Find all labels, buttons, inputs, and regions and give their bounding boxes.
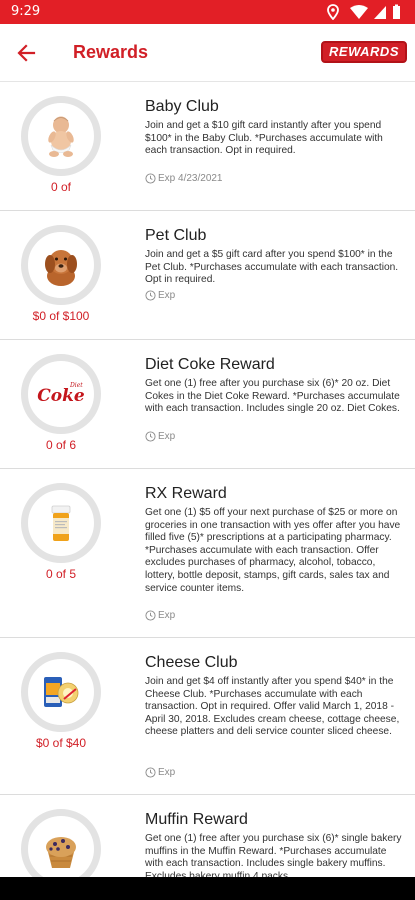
reward-expiration: Exp	[145, 610, 175, 621]
back-arrow-icon	[17, 44, 36, 62]
reward-progress: 0 of	[50, 180, 71, 194]
reward-expiration: Exp	[145, 767, 175, 778]
reward-title: Pet Club	[145, 227, 207, 244]
clock-icon	[145, 767, 156, 778]
reward-image-frame	[21, 225, 101, 305]
expiration-text: Exp	[158, 290, 176, 301]
reward-title: Muffin Reward	[145, 811, 248, 828]
reward-card-baby-club[interactable]: 0 of Baby Club Join and get a $10 gift c…	[0, 82, 415, 211]
reward-card-pet-club[interactable]: $0 of $100 Pet Club Join and get a $5 gi…	[0, 211, 415, 340]
system-nav-bar	[0, 877, 415, 900]
reward-expiration: Exp	[145, 431, 175, 442]
muffin-icon	[46, 837, 76, 868]
reward-title: Cheese Club	[145, 654, 238, 671]
reward-description: Get one (1) $5 off your next purchase of…	[145, 507, 401, 594]
status-bar: 9:29	[0, 0, 415, 24]
reward-progress: $0 of $100	[32, 309, 90, 323]
reward-title: RX Reward	[145, 485, 227, 502]
diet-coke-logo-big: Coke	[37, 386, 85, 406]
reward-image-frame	[21, 96, 101, 176]
app-header: Rewards REWARDS	[0, 24, 415, 82]
reward-title: Baby Club	[145, 98, 219, 115]
reward-image-frame	[21, 483, 101, 563]
reward-description: Join and get a $10 gift card instantly a…	[145, 120, 383, 157]
reward-expiration: Exp 4/23/2021	[145, 173, 223, 184]
reward-description: Join and get a $5 gift card after you sp…	[145, 249, 399, 286]
rewards-list: 0 of Baby Club Join and get a $10 gift c…	[0, 82, 415, 900]
reward-description: Get one (1) free after you purchase six …	[145, 378, 400, 415]
status-time: 9:29	[11, 4, 41, 19]
cheese-icon	[44, 677, 79, 707]
rewards-logo: REWARDS	[321, 41, 407, 63]
clock-icon	[145, 431, 156, 442]
diet-coke-logo: Diet Coke	[37, 382, 85, 406]
baby-icon	[48, 116, 74, 157]
location-icon	[327, 4, 339, 20]
status-icons	[325, 4, 405, 20]
reward-card-diet-coke[interactable]: Diet Coke 0 of 6 Diet Coke Reward Get on…	[0, 340, 415, 469]
clock-icon	[145, 290, 156, 301]
reward-card-rx[interactable]: 0 of 5 RX Reward Get one (1) $5 off your…	[0, 469, 415, 638]
reward-image-frame	[21, 652, 101, 732]
expiration-text: Exp	[158, 431, 176, 442]
reward-progress: 0 of 5	[45, 567, 77, 581]
reward-progress: $0 of $40	[35, 736, 87, 750]
clock-icon	[145, 610, 156, 621]
back-button[interactable]	[12, 38, 42, 68]
reward-card-cheese-club[interactable]: $0 of $40 Cheese Club Join and get $4 of…	[0, 638, 415, 795]
reward-progress: 0 of 6	[45, 438, 77, 452]
reward-description: Get one (1) free after you purchase six …	[145, 833, 402, 882]
clock-icon	[145, 173, 156, 184]
pill-bottle-icon	[51, 505, 71, 541]
expiration-text: Exp 4/23/2021	[158, 173, 223, 184]
reward-description: Join and get $4 off instantly after you …	[145, 676, 400, 738]
expiration-text: Exp	[158, 610, 176, 621]
wifi-icon	[350, 5, 368, 19]
reward-image-frame: Diet Coke	[21, 354, 101, 434]
signal-icon	[374, 6, 386, 19]
reward-expiration: Exp	[145, 290, 175, 301]
expiration-text: Exp	[158, 767, 176, 778]
dog-icon	[45, 250, 77, 286]
battery-icon	[393, 4, 400, 19]
page-title: Rewards	[73, 42, 149, 62]
reward-title: Diet Coke Reward	[145, 356, 275, 373]
